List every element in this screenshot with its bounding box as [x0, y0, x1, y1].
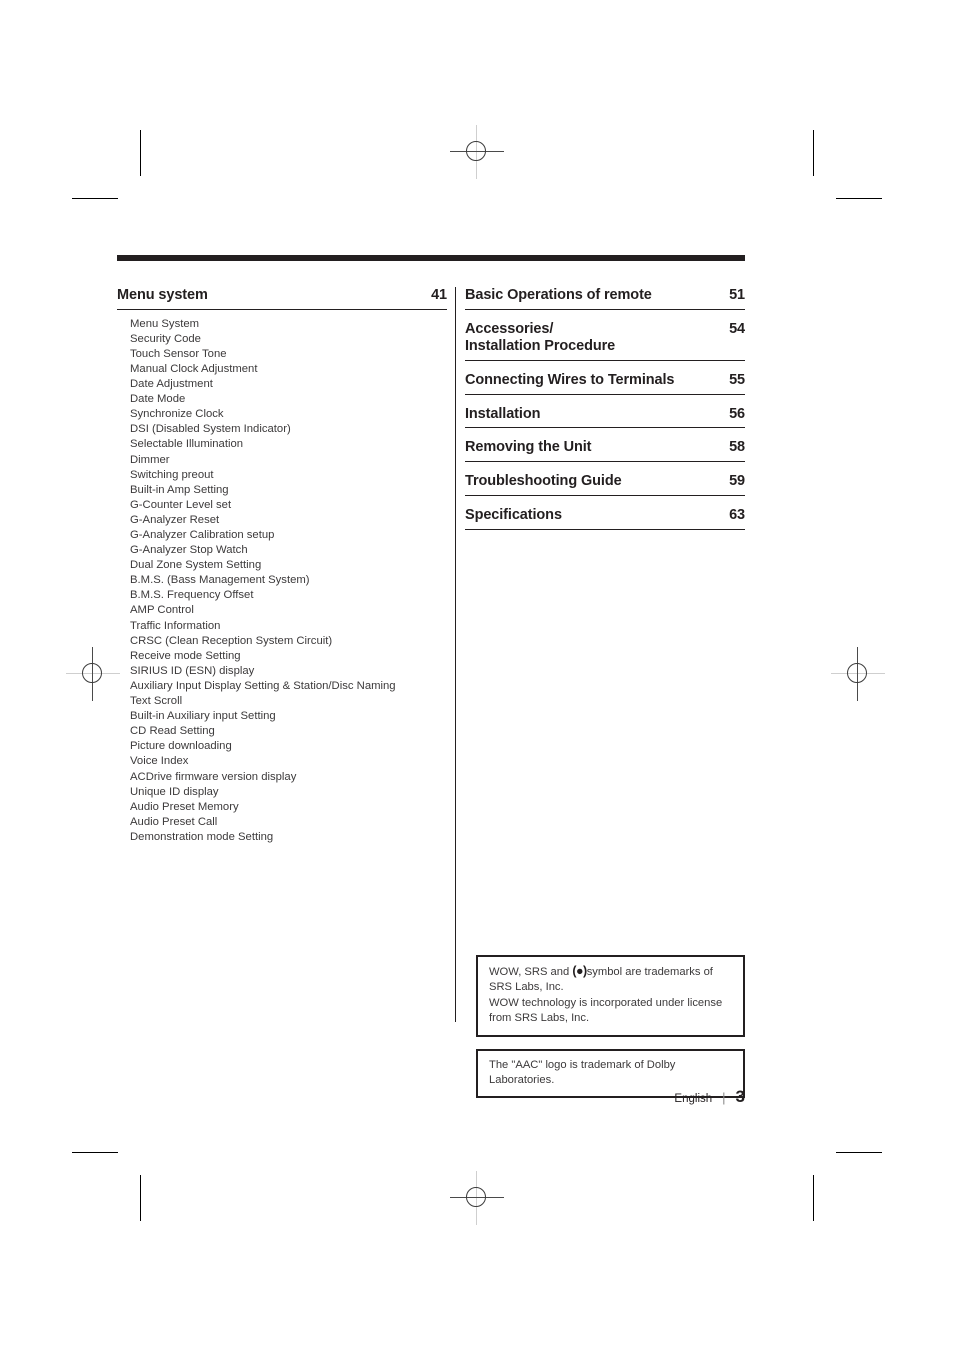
toc-entry-page: 59	[729, 473, 745, 490]
srs-notice-line-4: from SRS Labs, Inc.	[489, 1012, 590, 1025]
srs-logo-icon: (●)	[572, 964, 587, 978]
toc-entry[interactable]: Installation 56	[465, 406, 745, 429]
menu-system-sublist-item[interactable]: Security Code	[130, 332, 447, 347]
toc-entry-title: Removing the Unit	[465, 439, 592, 456]
srs-trademark-notice: WOW, SRS and (●)symbol are trademarks of…	[476, 955, 745, 1037]
crop-mark-top-left-horizontal	[72, 198, 118, 199]
srs-notice-line-2: SRS Labs, Inc.	[489, 981, 564, 994]
toc-entry[interactable]: Connecting Wires to Terminals 55	[465, 372, 745, 395]
srs-notice-line-1: WOW, SRS and (●)symbol are trademarks of	[489, 964, 732, 980]
srs-notice-line-3: WOW technology is incorporated under lic…	[489, 996, 723, 1009]
column-divider	[455, 287, 456, 1022]
toc-entry[interactable]: Troubleshooting Guide 59	[465, 473, 745, 496]
menu-system-sublist-item[interactable]: Menu System	[130, 317, 447, 332]
toc-entry-title: Specifications	[465, 506, 562, 523]
menu-system-sublist-item[interactable]: Text Scroll	[130, 694, 447, 709]
toc-entry-title: Accessories/Installation Procedure	[465, 320, 616, 355]
menu-system-sublist-item[interactable]: Switching preout	[130, 468, 447, 483]
registration-mark-top-icon	[450, 125, 504, 179]
toc-entry-page: 55	[729, 372, 745, 389]
menu-system-sublist-item[interactable]: CD Read Setting	[130, 724, 447, 739]
menu-system-sublist-item[interactable]: CRSC (Clean Reception System Circuit)	[130, 634, 447, 649]
menu-system-sublist-item[interactable]: Demonstration mode Setting	[130, 830, 447, 845]
menu-system-sublist-item[interactable]: Dimmer	[130, 453, 447, 468]
crop-mark-bottom-left-vertical	[140, 1175, 141, 1221]
registration-mark-bottom-icon	[450, 1171, 504, 1225]
registration-mark-left-icon	[66, 647, 120, 701]
menu-system-sublist-item[interactable]: DSI (Disabled System Indicator)	[130, 422, 447, 437]
toc-entry[interactable]: Removing the Unit 58	[465, 439, 745, 463]
menu-system-sublist: Menu System Security Code Touch Sensor Ton…	[117, 317, 447, 845]
menu-system-sublist-item[interactable]: AMP Control	[130, 603, 447, 618]
column-gap	[447, 287, 465, 1022]
crop-mark-top-left-vertical	[140, 130, 141, 176]
menu-system-sublist-item[interactable]: Traffic Information	[130, 619, 447, 634]
toc-entry-page: 51	[729, 287, 745, 303]
menu-system-sublist-item[interactable]: G-Analyzer Reset	[130, 513, 447, 528]
trademark-notices: WOW, SRS and (●)symbol are trademarks of…	[476, 955, 745, 1099]
menu-system-sublist-item[interactable]: B.M.S. Frequency Offset	[130, 588, 447, 603]
menu-system-sublist-item[interactable]: Date Adjustment	[130, 377, 447, 392]
srs-notice-text-after: symbol are trademarks of	[586, 966, 713, 978]
contents-right-column: Basic Operations of remote 51 Accessories/…	[465, 287, 745, 530]
crop-mark-top-right-vertical	[813, 130, 814, 176]
menu-system-sublist-item[interactable]: Touch Sensor Tone	[130, 347, 447, 362]
menu-system-sublist-item[interactable]: Audio Preset Memory	[130, 800, 447, 815]
menu-system-sublist-item[interactable]: Picture downloading	[130, 739, 447, 754]
page-footer: English | 3	[476, 1087, 745, 1107]
menu-system-sublist-item[interactable]: Unique ID display	[130, 785, 447, 800]
toc-entry-page: 41	[431, 287, 447, 303]
menu-system-sublist-item[interactable]: Dual Zone System Setting	[130, 558, 447, 573]
menu-system-sublist-item[interactable]: Built-in Amp Setting	[130, 483, 447, 498]
aac-notice-line-1: The "AAC" logo is trademark of Dolby	[489, 1058, 676, 1071]
menu-system-sublist-item[interactable]: Synchronize Clock	[130, 407, 447, 422]
toc-entry-menu-system[interactable]: Menu system 41	[117, 287, 447, 310]
toc-entry-title: Connecting Wires to Terminals	[465, 372, 675, 389]
footer-language: English	[674, 1093, 713, 1105]
toc-entry-page: 63	[729, 506, 745, 523]
toc-entry-title: Menu system	[117, 287, 208, 303]
menu-system-sublist-item[interactable]: Receive mode Setting	[130, 649, 447, 664]
page-top-rule	[117, 255, 745, 261]
toc-entry[interactable]: Basic Operations of remote 51	[465, 287, 745, 310]
toc-entry-title: Basic Operations of remote	[465, 287, 652, 303]
menu-system-sublist-item[interactable]: Auxiliary Input Display Setting & Statio…	[130, 679, 447, 694]
menu-system-sublist-item[interactable]: ACDrive firmware version display	[130, 770, 447, 785]
contents-page: Menu system 41 Menu System Security Code T…	[117, 255, 745, 1022]
crop-mark-bottom-left-horizontal	[72, 1152, 118, 1153]
menu-system-sublist-item[interactable]: Built-in Auxiliary input Setting	[130, 709, 447, 724]
menu-system-sublist-item[interactable]: B.M.S. (Bass Management System)	[130, 573, 447, 588]
menu-system-sublist-item[interactable]: Voice Index	[130, 754, 447, 769]
menu-system-sublist-item[interactable]: G-Analyzer Calibration setup	[130, 528, 447, 543]
menu-system-sublist-item[interactable]: G-Analyzer Stop Watch	[130, 543, 447, 558]
toc-entry-title: Troubleshooting Guide	[465, 473, 622, 490]
toc-entry-page: 54	[729, 320, 745, 337]
toc-entry-title: Installation	[465, 405, 541, 422]
menu-system-sublist-item[interactable]: Selectable Illumination	[130, 437, 447, 452]
menu-system-sublist-item[interactable]: Date Mode	[130, 392, 447, 407]
footer-page-number: 3	[735, 1087, 745, 1106]
menu-system-sublist-item[interactable]: Manual Clock Adjustment	[130, 362, 447, 377]
registration-mark-right-icon	[831, 647, 885, 701]
contents-left-column: Menu system 41 Menu System Security Code T…	[117, 287, 447, 845]
crop-mark-bottom-right-horizontal	[836, 1152, 882, 1153]
footer-separator: |	[722, 1090, 726, 1105]
crop-mark-top-right-horizontal	[836, 198, 882, 199]
srs-notice-text-before: WOW, SRS and	[489, 966, 573, 978]
menu-system-sublist-item[interactable]: SIRIUS ID (ESN) display	[130, 664, 447, 679]
menu-system-sublist-item[interactable]: Audio Preset Call	[130, 815, 447, 830]
contents-columns: Menu system 41 Menu System Security Code T…	[117, 287, 745, 1022]
menu-system-sublist-item[interactable]: G-Counter Level set	[130, 498, 447, 513]
toc-entry-page: 58	[729, 439, 745, 456]
toc-entry-page: 56	[729, 405, 745, 422]
crop-mark-bottom-right-vertical	[813, 1175, 814, 1221]
toc-entry[interactable]: Accessories/Installation Procedure 54	[465, 320, 745, 362]
toc-entry[interactable]: Specifications 63	[465, 507, 745, 530]
